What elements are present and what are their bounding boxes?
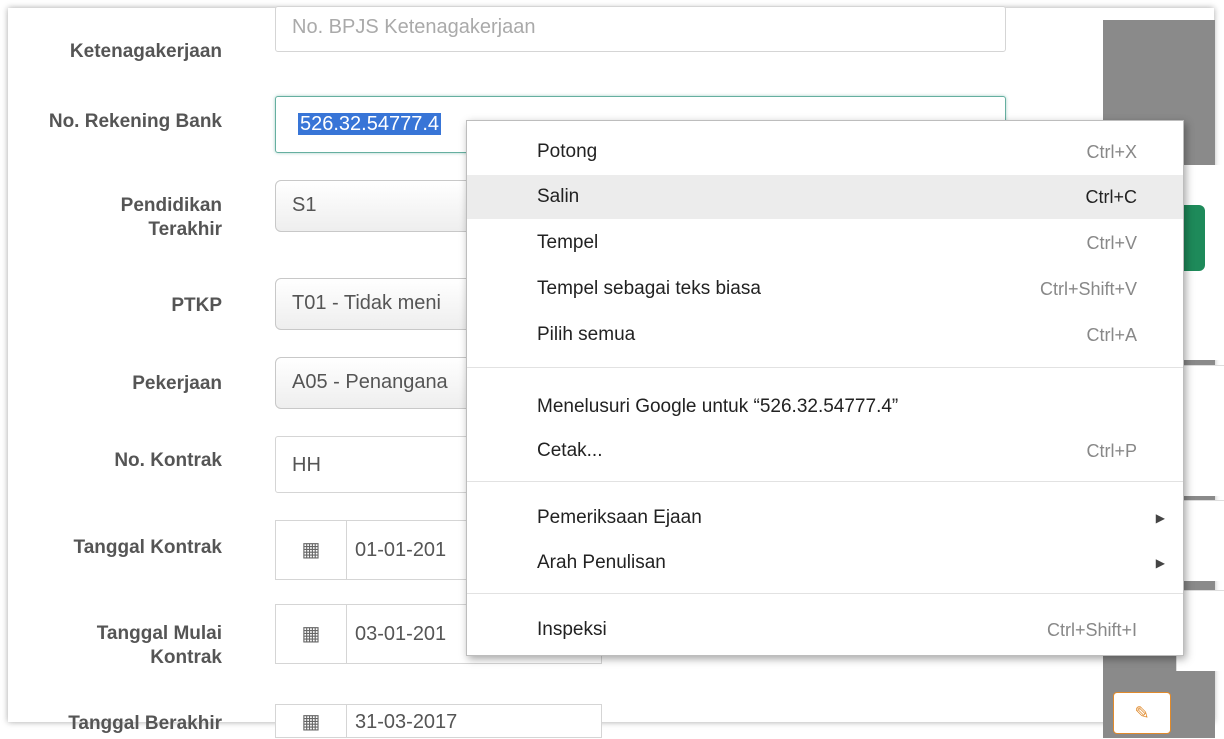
pendidikan-label: Pendidikan Terakhir: [120, 195, 222, 240]
calendar-icon[interactable]: ▦: [275, 704, 347, 738]
rekening-label: No. Rekening Bank: [48, 111, 222, 132]
calendar-icon[interactable]: ▦: [275, 604, 347, 664]
pekerjaan-label: Pekerjaan: [132, 373, 222, 394]
edit-icon: ✎: [1134, 703, 1150, 723]
menu-item-potong[interactable]: Potong Ctrl+X: [467, 130, 1183, 174]
edit-button[interactable]: ✎: [1113, 692, 1171, 734]
tgl-berakhir-label: Tanggal Berakhir: [68, 713, 222, 734]
menu-item-arah-penulisan[interactable]: Arah Penulisan ▶: [467, 541, 1183, 585]
kontrak-input[interactable]: HH: [275, 436, 475, 493]
menu-separator: [467, 367, 1183, 368]
menu-item-cetak[interactable]: Cetak... Ctrl+P: [467, 429, 1183, 473]
context-menu: Potong Ctrl+X Salin Ctrl+C Tempel Ctrl+V Te…: [466, 120, 1184, 656]
bpjs-label: Ketenagakerjaan: [69, 41, 222, 62]
bpjs-input[interactable]: No. BPJS Ketenagakerjaan: [275, 6, 1006, 52]
menu-item-inspeksi[interactable]: Inspeksi Ctrl+Shift+I: [467, 608, 1183, 652]
menu-item-pilih-semua[interactable]: Pilih semua Ctrl+A: [467, 313, 1183, 357]
kontrak-label: No. Kontrak: [114, 450, 222, 471]
pendidikan-select[interactable]: S1: [275, 180, 475, 232]
tgl-mulai-label: Tanggal Mulai Kontrak: [96, 623, 222, 668]
tgl-kontrak-input[interactable]: 01-01-201: [346, 520, 476, 580]
menu-item-salin[interactable]: Salin Ctrl+C: [467, 175, 1183, 219]
ptkp-select[interactable]: T01 - Tidak meni: [275, 278, 475, 330]
menu-item-pemeriksaan-ejaan[interactable]: Pemeriksaan Ejaan ▶: [467, 496, 1183, 540]
pekerjaan-select[interactable]: A05 - Penangana: [275, 357, 475, 409]
calendar-icon[interactable]: ▦: [275, 520, 347, 580]
menu-separator: [467, 593, 1183, 594]
selected-text: 526.32.54777.4: [298, 113, 442, 135]
tgl-berakhir-input[interactable]: 31-03-2017: [346, 704, 602, 738]
submenu-arrow-icon: ▶: [1155, 556, 1165, 570]
submenu-arrow-icon: ▶: [1155, 511, 1165, 525]
menu-item-tempel-teks-biasa[interactable]: Tempel sebagai teks biasa Ctrl+Shift+V: [467, 267, 1183, 311]
menu-separator: [467, 481, 1183, 482]
menu-item-search-google[interactable]: Menelusuri Google untuk “526.32.54777.4”: [467, 385, 1183, 429]
ptkp-label: PTKP: [171, 295, 222, 316]
tgl-kontrak-label: Tanggal Kontrak: [73, 537, 223, 558]
menu-item-tempel[interactable]: Tempel Ctrl+V: [467, 221, 1183, 265]
